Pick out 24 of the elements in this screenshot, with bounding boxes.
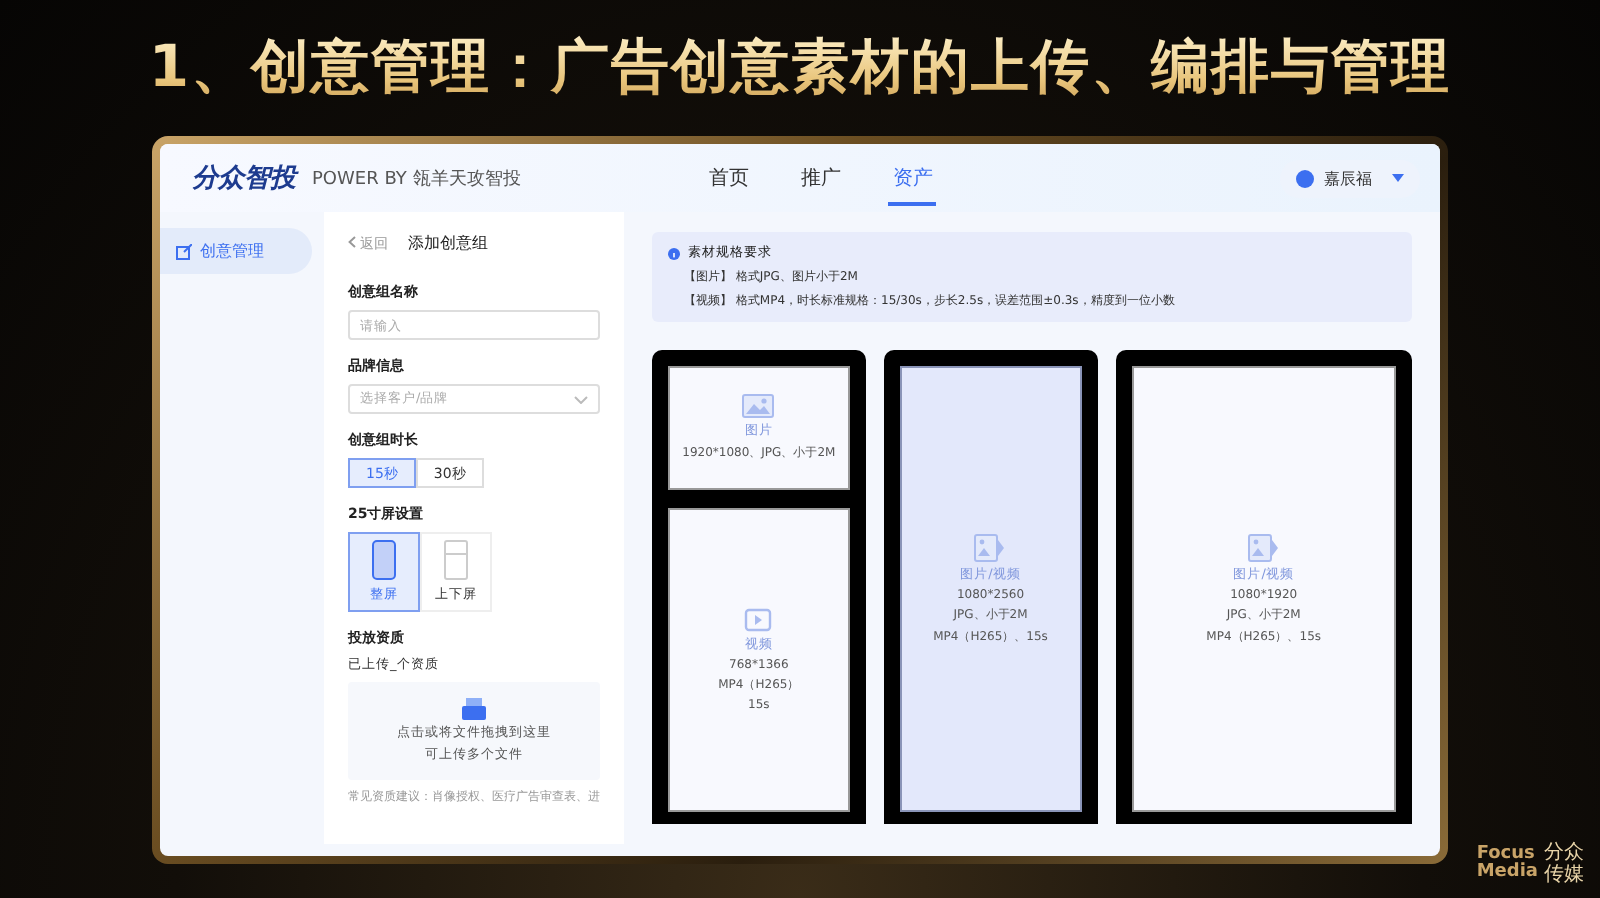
chevron-icon xyxy=(574,395,588,403)
nav-tab[interactable]: 资产 xyxy=(888,151,937,205)
image-icon xyxy=(1247,533,1280,561)
brand-logo-text: Media xyxy=(1476,864,1538,882)
chevron-left-icon xyxy=(348,235,356,247)
avatar-icon xyxy=(1296,169,1314,187)
edit-icon xyxy=(176,243,192,259)
powered-by-text: POWER BY 瓴羊天攻智投 xyxy=(312,167,521,191)
nav-tab[interactable]: 推广 xyxy=(796,151,845,205)
brand-logo-text: Focus xyxy=(1476,846,1535,864)
image-icon xyxy=(742,394,775,418)
nav-tab[interactable]: 首页 xyxy=(704,151,753,205)
image-icon xyxy=(974,533,1007,561)
info-icon xyxy=(668,247,680,259)
caret-icon xyxy=(1392,174,1404,182)
upload-icon xyxy=(462,698,486,720)
brand-logo-text: 传媒 xyxy=(1544,864,1584,886)
full-screen-icon xyxy=(372,540,396,580)
brand-logo-text: 分众 xyxy=(1544,842,1584,864)
form-title: 添加创意组 xyxy=(408,232,488,254)
play-icon xyxy=(744,608,773,632)
split-screen-icon xyxy=(444,540,468,580)
logo: 分众智投 xyxy=(192,162,296,196)
sidebar-item[interactable]: 创意管理 xyxy=(160,228,312,274)
